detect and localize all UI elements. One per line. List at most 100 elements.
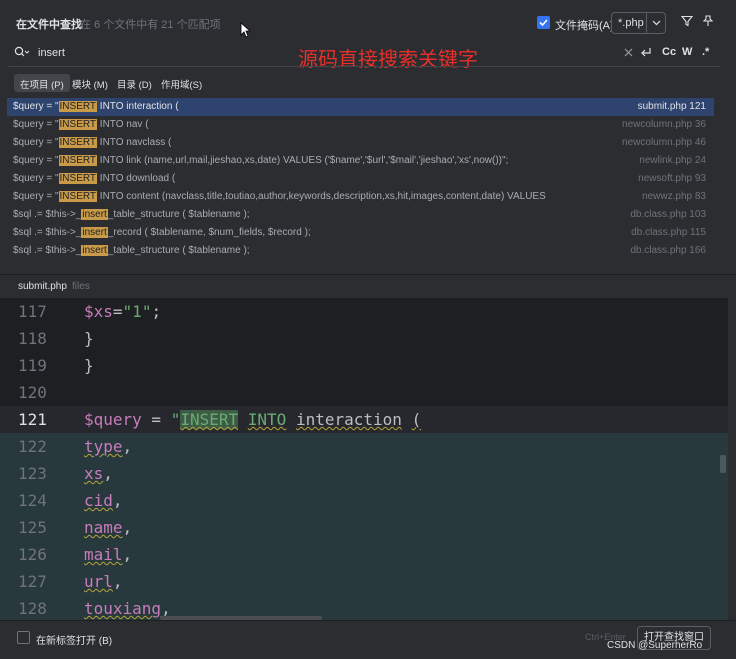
line-number: 127 (18, 572, 47, 591)
match-highlight: INSERT (58, 173, 98, 184)
preview-file-name: submit.php (18, 281, 67, 292)
regex-toggle[interactable]: .* (702, 46, 709, 58)
code-preview-editor[interactable]: 117 $xs="1"; 118 } 119 } 120 121 $query … (0, 298, 728, 620)
line-number: 117 (18, 302, 47, 321)
line-number: 128 (18, 599, 47, 618)
open-in-new-tab-checkbox[interactable] (17, 631, 30, 644)
result-code: $query = "INSERT INTO interaction ( (13, 101, 179, 112)
editor-scrollbar[interactable] (720, 455, 726, 473)
result-file: newlink.php 24 (639, 155, 706, 166)
line-content: $query = "INSERT INTO interaction ( (84, 410, 422, 429)
tab-directory[interactable]: 目录 (D) (111, 74, 158, 92)
result-file: submit.php 121 (637, 101, 706, 112)
line-number: 125 (18, 518, 47, 537)
result-row[interactable]: $query = "INSERT INTO content (navclass,… (7, 188, 714, 206)
code-line: 125 name, (0, 514, 728, 541)
match-highlight: insert (81, 227, 108, 238)
tab-in-project[interactable]: 在项目 (P) (14, 74, 70, 92)
result-file: newcolumn.php 46 (622, 137, 706, 148)
result-row[interactable]: $query = "INSERT INTO nav ( newcolumn.ph… (7, 116, 714, 134)
result-row[interactable]: $query = "INSERT INTO interaction ( subm… (7, 98, 714, 116)
line-content: } (84, 356, 94, 375)
code-line: 120 (0, 379, 728, 406)
match-case-toggle[interactable]: Cc (662, 46, 676, 58)
file-mask-label: 文件掩码(A): (555, 20, 617, 32)
code-line: 117 $xs="1"; (0, 298, 728, 325)
match-highlight: INSERT (58, 155, 98, 166)
results-list: $query = "INSERT INTO interaction ( subm… (7, 98, 714, 270)
filter-icon[interactable] (681, 15, 693, 27)
file-mask-checkbox[interactable] (537, 16, 550, 29)
match-highlight: INSERT (58, 119, 98, 130)
result-row[interactable]: $sql .= $this->_insert_table_structure (… (7, 242, 714, 260)
annotation-text: 源码直接搜索关键字 (298, 47, 478, 71)
result-file: db.class.php 103 (630, 209, 706, 220)
line-number: 123 (18, 464, 47, 483)
match-highlight: INSERT (58, 191, 98, 202)
newline-icon[interactable] (640, 47, 652, 58)
watermark: CSDN @SuperherRo (607, 640, 703, 651)
result-code: $query = "INSERT INTO content (navclass,… (13, 191, 546, 202)
editor-right-gutter (728, 298, 736, 620)
chevron-down-icon[interactable] (651, 17, 662, 28)
line-content: touxiang, (84, 599, 171, 618)
line-number: 121 (18, 410, 47, 429)
pin-icon[interactable] (702, 15, 714, 27)
line-content: xs, (84, 464, 113, 483)
code-line: 126 mail, (0, 541, 728, 568)
tab-scope[interactable]: 作用域(S) (155, 74, 208, 92)
whole-words-toggle[interactable]: W (682, 46, 692, 58)
match-highlight: INSERT (58, 137, 98, 148)
line-number: 118 (18, 329, 47, 348)
match-highlight: INSERT (58, 101, 98, 112)
result-code: $query = "INSERT INTO nav ( (13, 119, 149, 130)
file-mask-combo[interactable]: *.php (611, 12, 666, 34)
result-row[interactable]: $query = "INSERT INTO navclass ( newcolu… (7, 134, 714, 152)
line-number: 124 (18, 491, 47, 510)
result-file: newwz.php 83 (642, 191, 706, 202)
search-input[interactable] (38, 44, 278, 62)
search-row: 源码直接搜索关键字 Cc W .* (0, 40, 736, 71)
result-row[interactable]: $sql .= $this->_insert_record ( $tablena… (7, 224, 714, 242)
line-content: name, (84, 518, 133, 537)
line-number: 119 (18, 356, 47, 375)
result-code: $query = "INSERT INTO link (name,url,mai… (13, 155, 509, 166)
result-code: $sql .= $this->_insert_table_structure (… (13, 245, 250, 256)
result-row[interactable]: $sql .= $this->_insert_table_structure (… (7, 206, 714, 224)
code-line: 127 url, (0, 568, 728, 595)
code-line: 119 } (0, 352, 728, 379)
result-file: newsoft.php 93 (638, 173, 706, 184)
line-number: 122 (18, 437, 47, 456)
line-content: mail, (84, 545, 133, 564)
search-underline (8, 66, 720, 67)
tab-module[interactable]: 模块 (M) (66, 74, 114, 92)
result-code: $sql .= $this->_insert_table_structure (… (13, 209, 250, 220)
line-content: $xs="1"; (84, 302, 162, 321)
result-code: $query = "INSERT INTO download ( (13, 173, 176, 184)
line-content: } (84, 329, 94, 348)
code-line: 128 touxiang, (0, 595, 728, 620)
open-in-new-tab-label: 在新标签打开 (B) (36, 636, 113, 647)
search-icon[interactable] (14, 46, 30, 58)
match-highlight: insert (81, 209, 108, 220)
dialog-title: 在文件中查找 (16, 19, 82, 31)
code-line: 123 xs, (0, 460, 728, 487)
mouse-cursor-icon (240, 22, 250, 38)
line-content: url, (84, 572, 123, 591)
code-line: 122 type, (0, 433, 728, 460)
line-content: cid, (84, 491, 123, 510)
file-mask-value: *.php (618, 17, 644, 29)
clear-icon[interactable] (624, 48, 633, 57)
line-content: type, (84, 437, 133, 456)
code-line: 118 } (0, 325, 728, 352)
result-row[interactable]: $query = "INSERT INTO link (name,url,mai… (7, 152, 714, 170)
result-code: $sql .= $this->_insert_record ( $tablena… (13, 227, 311, 238)
scope-tabs: 在项目 (P) 模块 (M) 目录 (D) 作用域(S) (0, 72, 736, 94)
code-line: 124 cid, (0, 487, 728, 514)
preview-file-path: files (72, 281, 90, 292)
result-row[interactable]: $query = "INSERT INTO download ( newsoft… (7, 170, 714, 188)
dialog-header: 在文件中查找 在 6 个文件中有 21 个匹配项 文件掩码(A): *.php (0, 0, 736, 40)
result-file: db.class.php 115 (631, 227, 706, 238)
code-line-current: 121 $query = "INSERT INTO interaction ( (0, 406, 728, 433)
line-number: 120 (18, 383, 47, 402)
